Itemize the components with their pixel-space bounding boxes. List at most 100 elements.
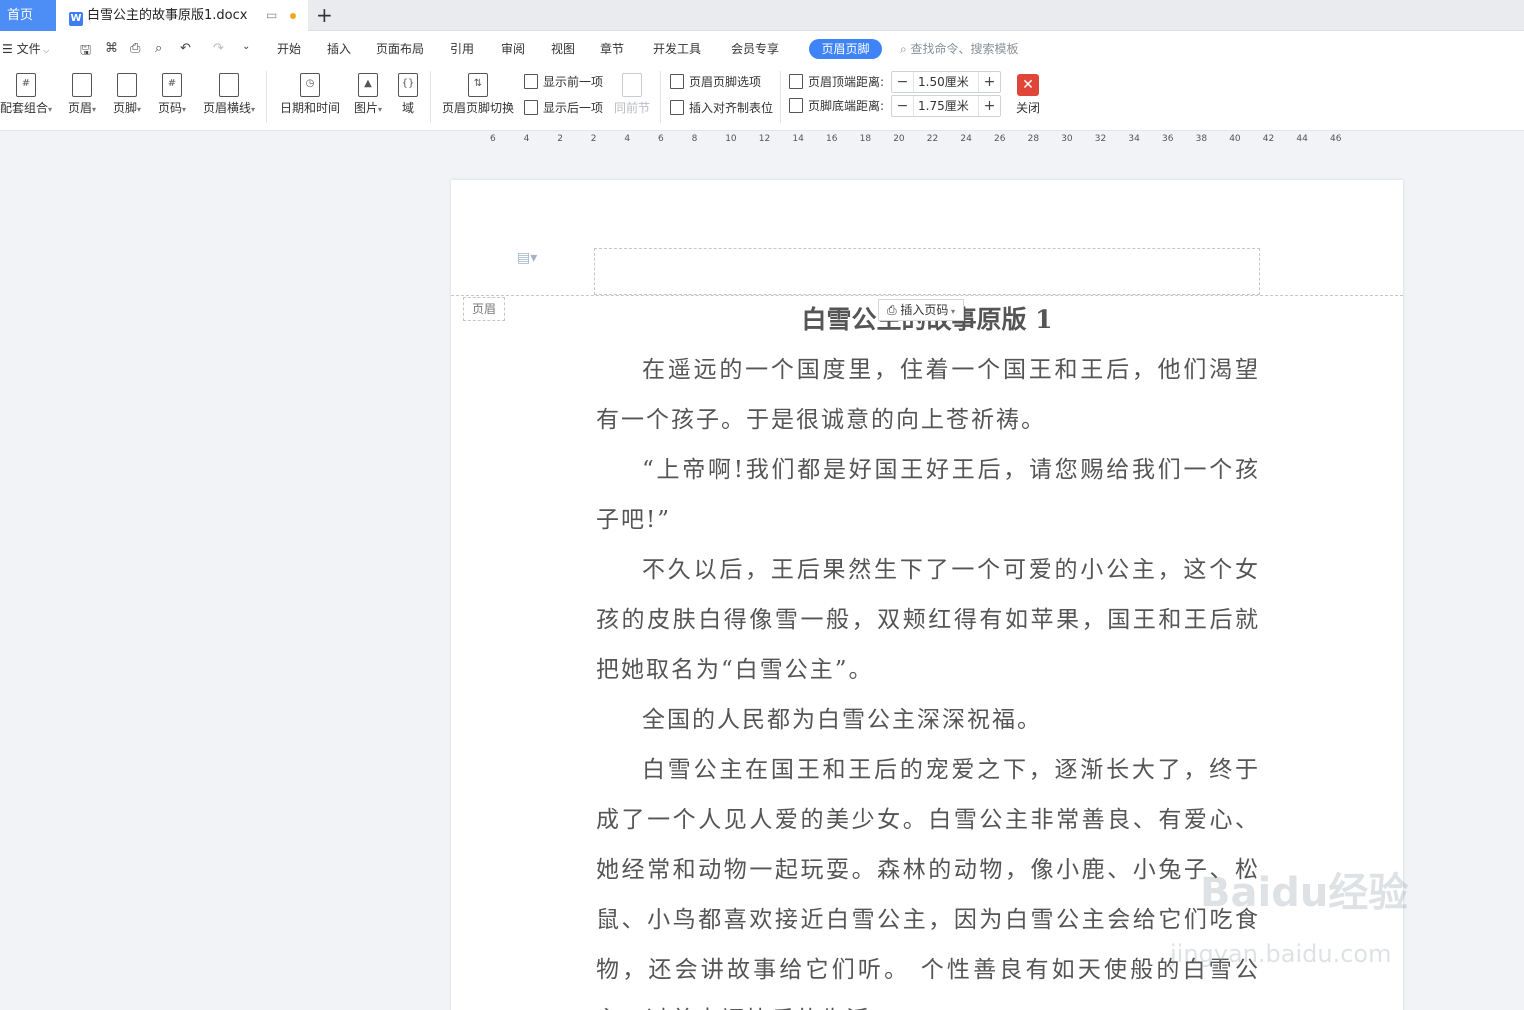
previous-icon (524, 74, 538, 89)
close-header-footer-button[interactable]: ✕ 关闭 (1010, 67, 1046, 127)
footer-button[interactable]: 页脚▾ (107, 67, 147, 127)
horizontal-ruler[interactable]: 6 4 2 2 4 6 8 10 12 14 16 18 20 22 24 26 28 30 32 34 36 38 40 4… (0, 132, 1524, 152)
print-icon[interactable]: ⎙ (130, 41, 140, 56)
field-icon: {} (398, 73, 418, 97)
header-button[interactable]: 页眉▾ (62, 67, 102, 127)
same-as-previous-button[interactable]: 同前节 (612, 67, 652, 127)
link-section-icon (622, 73, 642, 97)
ruler-tick-label: 6 (490, 134, 496, 144)
insert-page-number-button[interactable]: ⎙ 插入页码 ▾ (878, 299, 964, 321)
watermark-url: jingyan.baidu.com (1170, 940, 1392, 968)
tab-review[interactable]: 审阅 (501, 31, 525, 67)
tab-header-footer[interactable]: 页眉页脚 (809, 39, 882, 59)
word-doc-icon: W (69, 12, 83, 26)
header-top-distance-stepper[interactable]: − 1.50厘米 + (891, 71, 1001, 93)
dropdown-caret-icon: ▾ (251, 105, 256, 114)
format-painter-icon[interactable]: ⌘ (105, 41, 118, 56)
header-top-distance-label: 页眉顶端距离: (789, 72, 884, 92)
chevron-down-icon: ⌵ (40, 46, 50, 55)
header-footer-switch-button[interactable]: ⇅ 页眉页脚切换 (440, 67, 516, 127)
command-search[interactable]: ⌕ 查找命令、搜索模板 (900, 31, 1019, 67)
ribbon-separator (780, 71, 781, 123)
increase-icon[interactable]: + (978, 72, 1000, 92)
tab-page-layout[interactable]: 页面布局 (376, 31, 424, 67)
ruler-tick-label: 44 (1296, 134, 1308, 144)
header-icon (72, 73, 92, 97)
picture-button[interactable]: ▲ 图片▾ (348, 67, 388, 127)
tab-view[interactable]: 视图 (551, 31, 575, 67)
paragraph[interactable]: 不久以后，王后果然生下了一个可爱的小公主，这个女孩的皮肤白得像雪一般，双颊红得有… (596, 545, 1260, 695)
date-time-button[interactable]: ◷ 日期和时间 (278, 67, 342, 127)
document-icon[interactable]: ▤▾ (517, 250, 537, 266)
undo-icon[interactable]: ↶ (180, 41, 191, 56)
ruler-tick-label: 16 (826, 134, 838, 144)
ruler-tick-label: 28 (1027, 134, 1040, 144)
tab-sections[interactable]: 章节 (600, 31, 624, 67)
dropdown-caret-icon: ▾ (48, 105, 53, 114)
monitor-icon[interactable]: ▭ (266, 0, 277, 31)
ruler-tick-label: 2 (590, 134, 597, 144)
header-edit-area[interactable] (594, 248, 1260, 295)
ruler-tick-label: 4 (624, 134, 631, 144)
new-tab-button[interactable]: + (316, 0, 333, 30)
insert-align-tab-button[interactable]: 插入对齐制表位 (670, 98, 773, 118)
header-label-tag: 页眉 (463, 297, 505, 321)
show-previous-button[interactable]: 显示前一项 (524, 72, 603, 92)
combo-icon: # (16, 73, 36, 97)
paragraph[interactable]: “上帝啊!我们都是好国王好王后，请您赐给我们一个孩子吧!” (596, 445, 1260, 545)
ruler-tick-label: 38 (1195, 134, 1208, 144)
ruler-tick-label: 36 (1162, 134, 1174, 144)
paragraph[interactable]: 在遥远的一个国度里，住着一个国王和王后，他们渴望有一个孩子。于是很诚意的向上苍祈… (596, 345, 1260, 445)
menu-bar: ☰ 文件 ⌵ 🖫 ⌘ ⎙ ⌕ ↶ ↷ ⌄ 开始 插入 页面布局 引用 审阅 视图… (0, 31, 1524, 67)
ribbon-toolbar: # 配套组合▾ 页眉▾ 页脚▾ # 页码▾ 页眉横线▾ ◷ 日期和时间 ▲ 图片… (0, 67, 1524, 131)
ruler-tick-label: 10 (725, 134, 737, 144)
calendar-clock-icon: ◷ (300, 73, 320, 97)
ribbon-separator (430, 71, 431, 123)
document-tab-title: 白雪公主的故事原版1.docx (87, 8, 248, 23)
decrease-icon[interactable]: − (892, 96, 914, 116)
footer-icon (117, 73, 137, 97)
save-icon[interactable]: 🖫 (80, 41, 91, 63)
tab-developer[interactable]: 开发工具 (653, 31, 701, 67)
page-number-icon: ⎙ (887, 303, 901, 317)
ruler-tick-label: 22 (926, 134, 939, 144)
ruler-tick-label: 2 (557, 134, 563, 144)
unsaved-dot-icon (290, 13, 296, 19)
show-next-button[interactable]: 显示后一项 (524, 98, 603, 118)
tab-start[interactable]: 开始 (277, 31, 301, 67)
footer-bottom-distance-stepper[interactable]: − 1.75厘米 + (891, 95, 1001, 117)
ribbon-separator (660, 71, 661, 123)
combo-button[interactable]: # 配套组合▾ (0, 67, 56, 127)
field-button[interactable]: {} 域 (394, 67, 422, 127)
dropdown-caret-icon: ▾ (92, 105, 97, 114)
tab-references[interactable]: 引用 (450, 31, 474, 67)
tab-member[interactable]: 会员专享 (731, 31, 779, 67)
header-footer-options-button[interactable]: 页眉页脚选项 (670, 72, 761, 92)
page-number-button[interactable]: # 页码▾ (152, 67, 192, 127)
tab-home[interactable]: 首页 (0, 0, 56, 31)
ruler-tick-label: 32 (1094, 134, 1107, 144)
print-preview-icon[interactable]: ⌕ (155, 41, 162, 56)
ruler-tick-label: 30 (1061, 134, 1073, 144)
dropdown-caret-icon: ▾ (948, 307, 955, 316)
redo-icon[interactable]: ↷ (213, 41, 224, 56)
customize-quickbar-icon[interactable]: ⌄ (242, 41, 250, 52)
ruler-tick-label: 8 (691, 134, 698, 144)
ruler-tick-label: 18 (859, 134, 872, 144)
dropdown-caret-icon: ▾ (182, 105, 187, 114)
ruler-tick-label: 26 (994, 134, 1006, 144)
paragraph[interactable]: 全国的人民都为白雪公主深深祝福。 (596, 695, 1260, 745)
decrease-icon[interactable]: − (892, 72, 914, 92)
ruler-tick-label: 4 (523, 134, 530, 144)
ruler-tick-label: 34 (1128, 134, 1140, 144)
file-menu[interactable]: ☰ 文件 ⌵ (2, 31, 49, 67)
ruler-tick-label: 6 (658, 134, 664, 144)
picture-icon: ▲ (358, 73, 378, 97)
paragraph[interactable]: 白雪公主在国王和王后的宠爱之下，逐渐长大了，终于成了一个人见人爱的美少女。白雪公… (596, 745, 1260, 1010)
tab-bar: 首页 W 白雪公主的故事原版1.docx ▭ + (0, 0, 1524, 31)
increase-icon[interactable]: + (978, 96, 1000, 116)
tab-insert[interactable]: 插入 (327, 31, 351, 67)
header-line-button[interactable]: 页眉横线▾ (198, 67, 260, 127)
tab-document[interactable]: W 白雪公主的故事原版1.docx ▭ (56, 0, 308, 31)
ruler-tick-label: 12 (758, 134, 771, 144)
